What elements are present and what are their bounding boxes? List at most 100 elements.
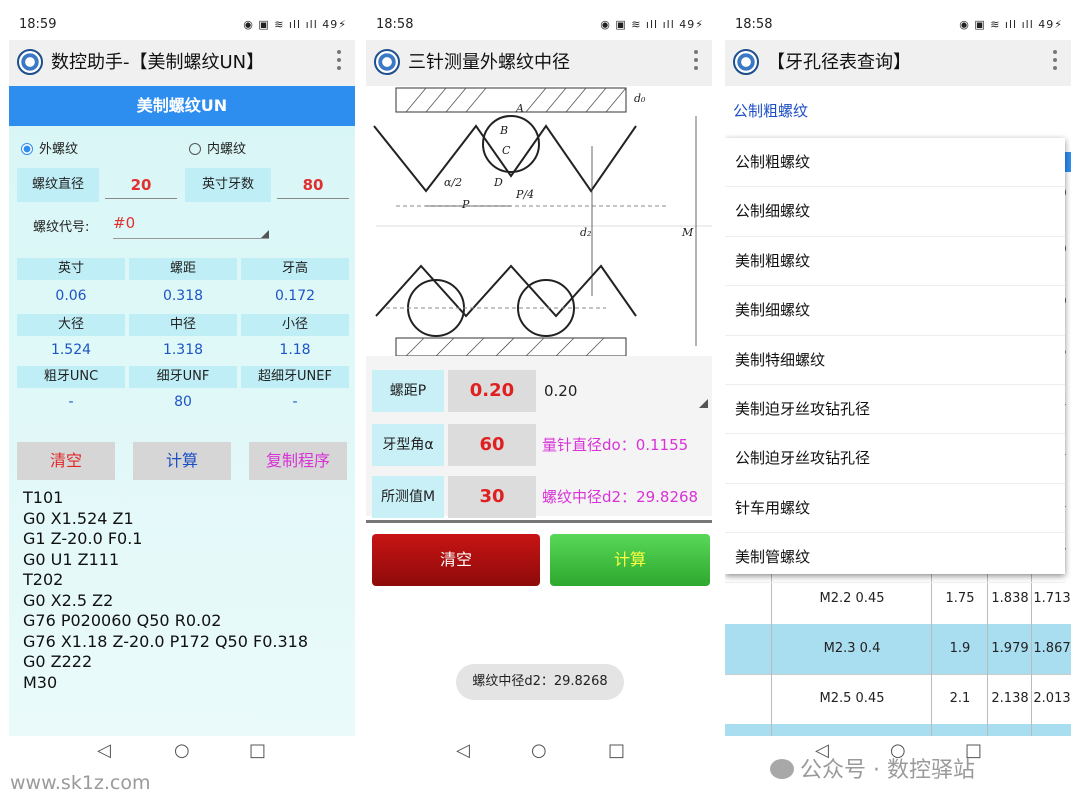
table-cell: 1.9: [931, 624, 988, 674]
diagram-label-c: C: [502, 144, 511, 157]
gcode-line: G0 U1 Z111: [23, 549, 120, 569]
diagram-label-d: D: [493, 176, 503, 189]
thread-type-dropdown: 公制粗螺纹 公制细螺纹 美制粗螺纹 美制细螺纹 美制特细螺纹 美制迫牙丝攻钻孔径…: [725, 138, 1065, 583]
table-cell: 1.979: [987, 624, 1032, 674]
gcode-line: T202: [23, 570, 64, 589]
table-row[interactable]: M2.3 0.4 1.9 1.979 1.867: [725, 624, 1071, 675]
radio-internal-thread[interactable]: 内螺纹: [189, 138, 246, 157]
app-title: 数控助手-【美制螺纹UN】: [51, 52, 265, 73]
section-header: 美制螺纹UN: [9, 86, 355, 126]
table-cell: 2.013: [1031, 674, 1071, 724]
dropdown-option[interactable]: 公制粗螺纹: [725, 138, 1065, 188]
grid-value: 1.18: [279, 342, 311, 358]
table-cell: M2.3 0.4: [771, 624, 932, 674]
phone-screen-three-wire: 18:58 ◉ ▣ ≋ ıll ıll 49⚡ 三针测量外螺纹中径 d₀ A B…: [366, 10, 712, 766]
grid-value: 80: [174, 394, 192, 410]
three-wire-diagram: d₀ A B C D P P/4 α/2 M d₂: [366, 86, 712, 356]
status-icons: ◉ ▣ ≋ ıll ıll 49⚡: [600, 18, 704, 31]
diagram-label-d2: d₂: [580, 226, 591, 239]
wire-diameter-result: 量针直径do：0.1155: [542, 436, 689, 454]
thread-type-spinner[interactable]: 公制粗螺纹: [733, 100, 808, 121]
dropdown-option[interactable]: 美制管螺纹: [725, 533, 1065, 583]
overflow-menu-icon[interactable]: [337, 50, 341, 74]
status-time: 18:59: [19, 17, 57, 32]
tpi-label: 英寸牙数: [185, 168, 271, 202]
pitch-diameter-result: 螺纹中径d2：29.8268: [542, 488, 699, 506]
dropdown-option[interactable]: 公制细螺纹: [725, 187, 1065, 237]
app-logo-icon: [733, 49, 759, 75]
angle-input[interactable]: 60: [448, 424, 536, 466]
dropdown-option[interactable]: 美制细螺纹: [725, 286, 1065, 336]
table-cell: 2.1: [931, 674, 988, 724]
app-bar: 数控助手-【美制螺纹UN】: [9, 40, 355, 87]
status-time: 18:58: [376, 17, 414, 32]
grid-value: -: [292, 394, 298, 410]
overflow-menu-icon[interactable]: [694, 50, 698, 74]
grid-header: 超细牙UNEF: [241, 366, 349, 388]
table-row[interactable]: M2.5 0.45 2.1 2.138 2.013: [725, 674, 1071, 725]
table-cell: 1.867: [1031, 624, 1071, 674]
dropdown-option[interactable]: 公制迫牙丝攻钻孔径: [725, 434, 1065, 484]
diagram-label-b: B: [499, 124, 508, 137]
thread-code-label: 螺纹代号:: [33, 220, 90, 235]
radio-external-thread[interactable]: 外螺纹: [21, 138, 78, 157]
dropdown-arrow-icon: [699, 399, 708, 408]
dropdown-arrow-icon: [261, 230, 269, 238]
copy-program-button[interactable]: 复制程序: [249, 442, 347, 480]
grid-header: 螺距: [129, 258, 237, 280]
overflow-menu-icon[interactable]: [1053, 50, 1057, 74]
gcode-line: G76 P020060 Q50 R0.02: [23, 611, 222, 630]
angle-row: 牙型角α 60 量针直径do：0.1155: [372, 424, 712, 466]
dropdown-option[interactable]: 针车用螺纹: [725, 484, 1065, 534]
gcode-line: G76 X1.18 Z-20.0 P172 Q50 F0.318: [23, 631, 308, 651]
tpi-input[interactable]: 80: [277, 172, 349, 199]
gcode-line: G1 Z-20.0 F0.1: [23, 529, 143, 548]
measure-input[interactable]: 30: [448, 476, 536, 518]
recents-icon[interactable]: □: [608, 740, 625, 761]
watermark-website: www.sk1z.com: [10, 772, 151, 794]
pitch-select[interactable]: 0.20: [542, 370, 712, 412]
home-icon[interactable]: ○: [174, 740, 190, 761]
gcode-line: M30: [23, 672, 58, 692]
watermark-account: 公众号 · 数控驿站: [770, 752, 975, 784]
pitch-input[interactable]: 0.20: [448, 370, 536, 412]
radio-checked-icon: [21, 143, 33, 155]
system-nav-bar: ◁ ○ □: [366, 736, 712, 766]
three-wire-form: d₀ A B C D P P/4 α/2 M d₂ 螺距P 0.20 0.20 …: [366, 86, 712, 736]
measure-row: 所测值M 30 螺纹中径d2：29.8268: [372, 476, 712, 518]
recents-icon[interactable]: □: [249, 740, 266, 761]
calculate-button[interactable]: 计算: [133, 442, 231, 480]
pitch-row: 螺距P 0.20 0.20: [372, 370, 712, 412]
gcode-line: G0 X1.524 Z1: [23, 508, 134, 528]
diameter-label: 螺纹直径: [17, 168, 99, 202]
gcode-output: T101 G0 X1.524 Z1 G1 Z-20.0 F0.1 G0 U1 Z…: [23, 488, 308, 693]
back-icon[interactable]: ◁: [97, 740, 111, 761]
angle-label: 牙型角α: [372, 424, 444, 466]
status-bar: 18:58 ◉ ▣ ≋ ıll ıll 49⚡: [725, 10, 1071, 40]
table-cell: M2.5 0.45: [771, 674, 932, 724]
grid-header: 小径: [241, 314, 349, 336]
grid-value: 0.06: [55, 288, 87, 304]
home-icon[interactable]: ○: [531, 740, 547, 761]
app-title: 【牙孔径表查询】: [767, 52, 911, 73]
dropdown-option[interactable]: 美制特细螺纹: [725, 336, 1065, 385]
diagram-label-a: A: [515, 102, 524, 115]
diameter-input[interactable]: 20: [105, 172, 177, 199]
calculate-button[interactable]: 计算: [550, 534, 710, 586]
app-bar: 三针测量外螺纹中径: [366, 40, 712, 87]
status-bar: 18:59 ◉ ▣ ≋ ıll ıll 49⚡: [9, 10, 355, 40]
clear-button[interactable]: 清空: [372, 534, 540, 586]
thread-code-select[interactable]: #0: [113, 210, 269, 239]
grid-header: 细牙UNF: [129, 366, 237, 388]
diagram-label-p4: P/4: [515, 188, 534, 201]
dropdown-option[interactable]: 美制粗螺纹: [725, 237, 1065, 287]
grid-header: 牙高: [241, 258, 349, 280]
app-title: 三针测量外螺纹中径: [408, 52, 570, 73]
diagram-label-p: P: [461, 198, 470, 211]
back-icon[interactable]: ◁: [456, 740, 470, 761]
clear-button[interactable]: 清空: [17, 442, 115, 480]
dropdown-option[interactable]: 美制迫牙丝攻钻孔径: [725, 385, 1065, 435]
grid-value: 1.524: [50, 342, 92, 358]
result-toast: 螺纹中径d2：29.8268: [456, 664, 624, 700]
wechat-icon: [770, 759, 794, 779]
